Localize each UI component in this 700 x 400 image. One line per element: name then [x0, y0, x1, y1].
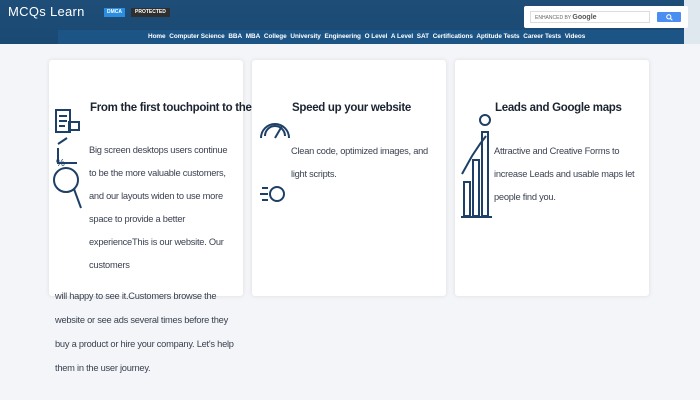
nav-certifications[interactable]: Certifications — [433, 33, 473, 40]
nav-computer-science[interactable]: Computer Science — [169, 33, 224, 40]
feature-card-touchpoint: % From the first touchpoint to the sale … — [49, 60, 276, 296]
dmca-badge[interactable]: DMCA — [104, 8, 125, 17]
nav-engineering[interactable]: Engineering — [325, 33, 361, 40]
google-label: Google — [572, 14, 597, 21]
search-button[interactable] — [657, 12, 681, 22]
main-nav: Home Computer Science BBA MBA College Un… — [148, 33, 587, 40]
nav-college[interactable]: College — [264, 33, 287, 40]
speedometer-icon — [260, 123, 290, 202]
nav-bba[interactable]: BBA — [228, 33, 242, 40]
search-input[interactable]: ENHANCED BY Google — [530, 11, 650, 23]
nav-o-level[interactable]: O Level — [365, 33, 388, 40]
site-header: MCQs Learn DMCA PROTECTED ENHANCED BY Go… — [0, 0, 700, 44]
nav-university[interactable]: University — [290, 33, 320, 40]
card-text: Big screen desktops users continue to be… — [89, 145, 228, 270]
card-title: Speed up your website — [292, 102, 411, 114]
card-title: Leads and Google maps — [495, 102, 622, 114]
protected-badge[interactable]: PROTECTED — [131, 8, 170, 17]
search-box: ENHANCED BY Google — [524, 6, 688, 28]
card-text: Attractive and Creative Forms to increas… — [494, 146, 635, 202]
card-overflow-text: will happy to see it.Customers browse th… — [55, 291, 234, 373]
card-text: Clean code, optimized images, and light … — [291, 146, 428, 179]
nav-career-tests[interactable]: Career Tests — [523, 33, 561, 40]
enhanced-by-label: ENHANCED BY — [535, 15, 572, 21]
nav-home[interactable]: Home — [148, 33, 166, 40]
nav-aptitude-tests[interactable]: Aptitude Tests — [476, 33, 519, 40]
analytics-icon: % — [53, 109, 82, 209]
nav-mba[interactable]: MBA — [246, 33, 260, 40]
search-icon — [665, 13, 673, 21]
feature-card-speed: Speed up your website Clean code, optimi… — [252, 60, 446, 296]
growth-chart-icon — [461, 114, 492, 218]
card-title: From the first touchpoint to the sale — [90, 102, 276, 114]
nav-a-level[interactable]: A Level — [391, 33, 413, 40]
nav-sat[interactable]: SAT — [417, 33, 429, 40]
site-logo[interactable]: MCQs Learn — [8, 4, 85, 19]
nav-videos[interactable]: Videos — [565, 33, 586, 40]
feature-card-leads: Leads and Google maps Attractive and Cre… — [455, 60, 649, 296]
